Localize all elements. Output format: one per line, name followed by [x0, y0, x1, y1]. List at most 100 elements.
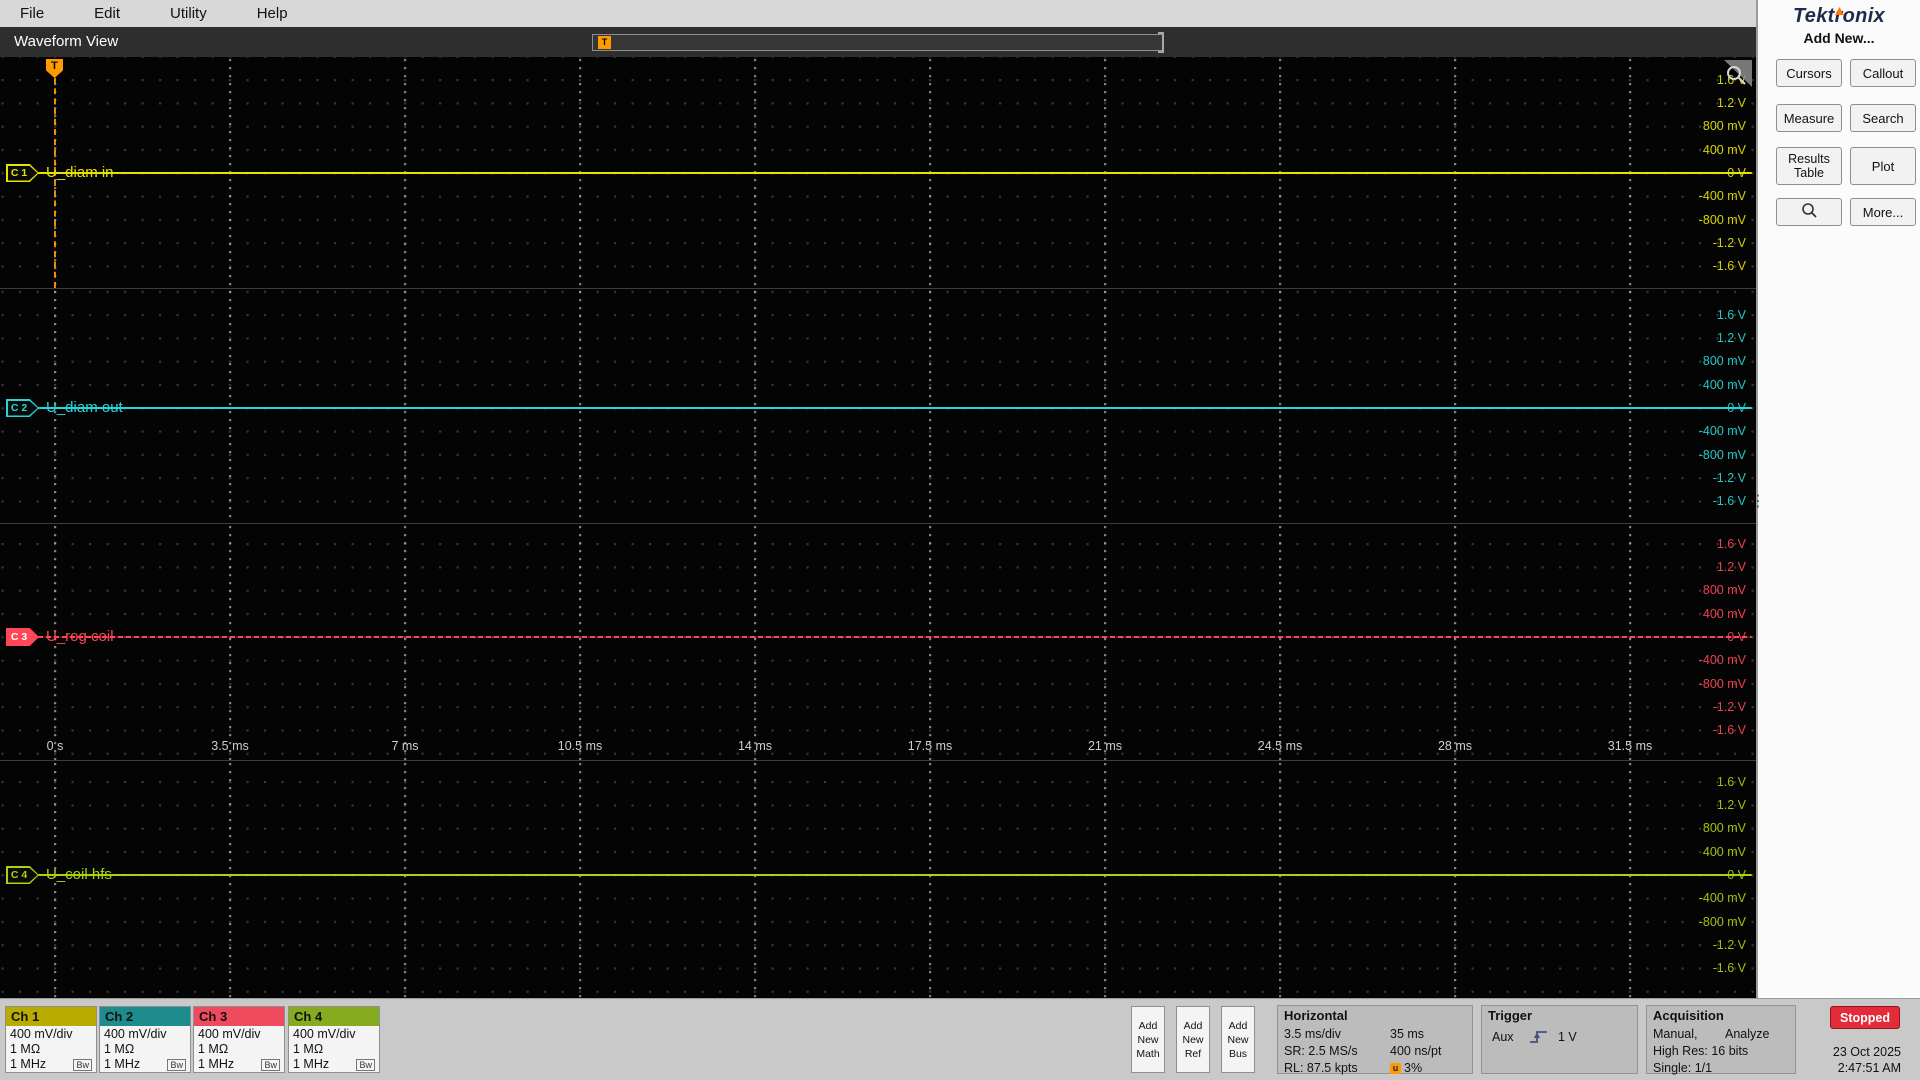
- ch1-badge[interactable]: C 1: [6, 164, 39, 182]
- menu-file[interactable]: File: [20, 5, 44, 22]
- time-tick-label: 21 ms: [1087, 739, 1123, 753]
- results-table-line2: Table: [1794, 166, 1824, 180]
- ch2-settings-header: Ch 2: [100, 1007, 190, 1026]
- ch3-bw-limit-icon: Bw: [261, 1058, 280, 1071]
- run-stop-status-badge[interactable]: Stopped: [1830, 1006, 1900, 1029]
- ch4-volts-per-div: 400 mV/div: [293, 1027, 356, 1041]
- map-trigger-icon[interactable]: T: [598, 36, 611, 49]
- scale-label: -400 mV: [1698, 424, 1746, 438]
- ch3-waveform-label[interactable]: U_rog coil: [46, 627, 114, 647]
- menu-bar: File Edit Utility Help: [0, 0, 1756, 27]
- scale-label: -400 mV: [1698, 653, 1746, 667]
- waveform-view-title: Waveform View: [14, 33, 119, 50]
- scale-label: -1.2 V: [1712, 700, 1746, 714]
- scale-label: -400 mV: [1698, 189, 1746, 203]
- acquisition-single: Single: 1/1: [1653, 1061, 1713, 1075]
- ch2-settings-box[interactable]: Ch 2 400 mV/div 1 MΩ 1 MHz Bw: [99, 1006, 191, 1073]
- waveform-view-header: Waveform View T: [0, 27, 1756, 57]
- add-new-math-button[interactable]: Add New Math: [1131, 1006, 1165, 1073]
- magnifier-icon: [1801, 202, 1818, 222]
- acquisition-mode: Manual,: [1653, 1027, 1698, 1041]
- add-bus-line1: Add: [1228, 1019, 1248, 1032]
- ch1-settings-box[interactable]: Ch 1 400 mV/div 1 MΩ 1 MHz Bw: [5, 1006, 97, 1073]
- ch2-bandwidth: 1 MHz: [104, 1057, 141, 1071]
- trigger-title: Trigger: [1488, 1008, 1533, 1023]
- waveform-display[interactable]: 1.6 V 1.2 V 800 mV 400 mV 0 V -400 mV -8…: [0, 57, 1756, 998]
- ch1-bw-limit-icon: Bw: [73, 1058, 92, 1071]
- callout-button[interactable]: Callout: [1850, 59, 1916, 87]
- ch3-badge-label: C 3: [10, 631, 28, 643]
- scale-label: 400 mV: [1702, 607, 1746, 621]
- horizontal-window: 35 ms: [1390, 1027, 1425, 1041]
- add-math-line2: New: [1137, 1033, 1159, 1046]
- scale-label: 400 mV: [1702, 378, 1746, 392]
- zoom-button[interactable]: [1776, 198, 1842, 226]
- ch1-waveform-label[interactable]: U_diam in: [46, 163, 114, 183]
- scale-label: -1.6 V: [1712, 494, 1746, 508]
- channel-1-lane: 1.6 V 1.2 V 800 mV 400 mV 0 V -400 mV -8…: [0, 57, 1756, 288]
- scale-label: -1.6 V: [1712, 723, 1746, 737]
- add-new-heading: Add New...: [1803, 30, 1875, 46]
- scale-label: 800 mV: [1702, 119, 1746, 133]
- scale-label: 1.2 V: [1716, 798, 1746, 812]
- menu-help[interactable]: Help: [257, 5, 288, 22]
- ch3-volts-per-div: 400 mV/div: [198, 1027, 261, 1041]
- sample-resolution: 400 ns/pt: [1390, 1044, 1442, 1058]
- bottom-status-bar: Ch 1 400 mV/div 1 MΩ 1 MHz Bw Ch 2 400 m…: [0, 998, 1920, 1080]
- plot-button[interactable]: Plot: [1850, 147, 1916, 185]
- acquisition-title: Acquisition: [1653, 1008, 1724, 1023]
- scale-label: 1.2 V: [1716, 560, 1746, 574]
- add-new-bus-button[interactable]: Add New Bus: [1221, 1006, 1255, 1073]
- ch2-badge-label: C 2: [10, 402, 28, 414]
- add-ref-line3: Ref: [1184, 1047, 1202, 1060]
- zoom-overlay-icon[interactable]: [1720, 60, 1752, 87]
- ch2-badge[interactable]: C 2: [6, 399, 39, 417]
- ch4-badge[interactable]: C 4: [6, 866, 39, 884]
- scale-label: -800 mV: [1698, 915, 1746, 929]
- ch3-settings-box[interactable]: Ch 3 400 mV/div 1 MΩ 1 MHz Bw: [193, 1006, 285, 1073]
- horizontal-panel[interactable]: Horizontal 3.5 ms/div 35 ms SR: 2.5 MS/s…: [1277, 1005, 1473, 1076]
- trigger-level: 1 V: [1558, 1030, 1577, 1044]
- map-window-bracket[interactable]: [1158, 32, 1164, 53]
- time-tick-label: 28 ms: [1437, 739, 1473, 753]
- ch1-settings-header: Ch 1: [6, 1007, 96, 1026]
- ch2-trace[interactable]: [38, 407, 1752, 409]
- ch3-trace[interactable]: [38, 636, 1752, 638]
- ch2-waveform-label[interactable]: U_diam out: [46, 398, 123, 418]
- scale-label: -1.2 V: [1712, 471, 1746, 485]
- time-tick-label: 10.5 ms: [557, 739, 603, 753]
- trigger-panel[interactable]: Trigger Aux 1 V: [1481, 1005, 1638, 1074]
- add-math-line1: Add: [1138, 1019, 1158, 1032]
- add-math-line3: Math: [1136, 1047, 1160, 1060]
- add-new-ref-button[interactable]: Add New Ref: [1176, 1006, 1210, 1073]
- ch4-settings-box[interactable]: Ch 4 400 mV/div 1 MΩ 1 MHz Bw: [288, 1006, 380, 1073]
- channel-2-lane: 1.6 V 1.2 V 800 mV 400 mV 0 V -400 mV -8…: [0, 288, 1756, 523]
- measure-button[interactable]: Measure: [1776, 104, 1842, 132]
- record-view-map[interactable]: T: [592, 32, 1164, 53]
- ch1-bandwidth: 1 MHz: [10, 1057, 47, 1071]
- ch1-trace[interactable]: [38, 172, 1752, 174]
- time-tick-label: 14 ms: [737, 739, 773, 753]
- ch4-waveform-label[interactable]: U_coil hfs: [46, 865, 112, 885]
- ch4-bandwidth: 1 MHz: [293, 1057, 330, 1071]
- acquisition-detail: High Res: 16 bits: [1653, 1044, 1749, 1058]
- more-button[interactable]: More...: [1850, 198, 1916, 226]
- scale-label: -1.6 V: [1712, 259, 1746, 273]
- scale-label: -1.2 V: [1712, 938, 1746, 952]
- panel-drag-handle-icon[interactable]: ⋮: [1750, 494, 1766, 510]
- time-tick-label: 7 ms: [391, 739, 419, 753]
- ch4-trace[interactable]: [38, 874, 1752, 876]
- scale-label: 800 mV: [1702, 583, 1746, 597]
- position-readout: u 3%: [1390, 1061, 1422, 1076]
- ch3-badge[interactable]: C 3: [6, 628, 39, 646]
- cursors-button[interactable]: Cursors: [1776, 59, 1842, 87]
- results-table-button[interactable]: Results Table: [1776, 147, 1842, 185]
- time-tick-label: 24.5 ms: [1257, 739, 1303, 753]
- acquisition-analyze: Analyze: [1725, 1027, 1770, 1041]
- menu-utility[interactable]: Utility: [170, 5, 207, 22]
- menu-edit[interactable]: Edit: [94, 5, 120, 22]
- scale-label: -1.6 V: [1712, 961, 1746, 975]
- time-display: 2:47:51 AM: [1837, 1061, 1901, 1075]
- scale-label: 400 mV: [1702, 845, 1746, 859]
- search-button[interactable]: Search: [1850, 104, 1916, 132]
